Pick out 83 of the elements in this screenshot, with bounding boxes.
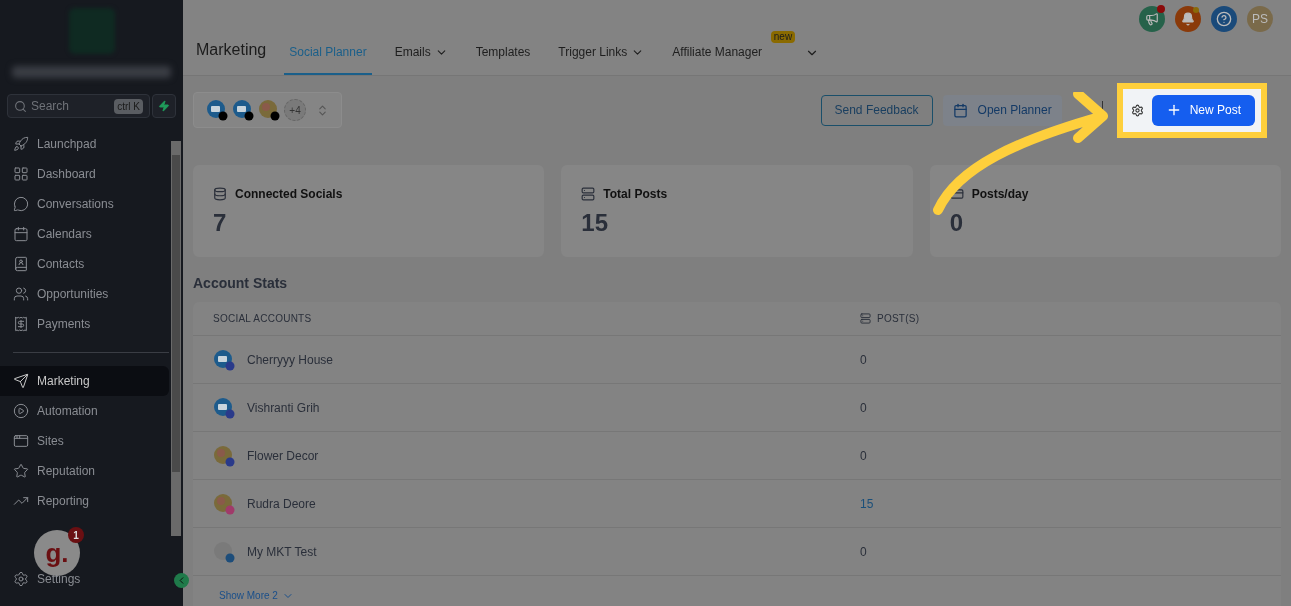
contacts-icon: [13, 256, 29, 272]
lightning-icon: [158, 100, 170, 112]
stat-value: 15: [581, 208, 610, 238]
collapse-button[interactable]: [174, 573, 189, 588]
sidebar-item[interactable]: Conversations: [0, 189, 169, 219]
nav-tab[interactable]: Trigger Links: [553, 43, 650, 75]
new-post-button[interactable]: New Post: [1151, 94, 1255, 126]
server-icon: [581, 187, 596, 201]
announcement-button[interactable]: [1139, 6, 1165, 32]
help-icon: [1216, 11, 1232, 27]
column-header: POST(S): [877, 312, 920, 326]
account-name: My MKT Test: [247, 543, 317, 561]
account-avatar-icon: [213, 492, 235, 515]
stat-value: 0: [949, 208, 964, 238]
more-accounts-count: +4: [284, 99, 306, 121]
sidebar-item[interactable]: Automation: [0, 396, 169, 426]
account-avatar-icon: [213, 348, 235, 371]
account-avatar-icon: [213, 540, 235, 563]
stat-label: Connected Socials: [235, 186, 343, 203]
stat-label: Posts/day: [971, 186, 1029, 203]
sidebar-item[interactable]: Dashboard: [0, 159, 169, 189]
shortcut-hint: ctrl K: [114, 98, 143, 114]
card-icon: [949, 187, 964, 201]
open-planner-button[interactable]: Open Planner: [942, 94, 1062, 126]
server-icon: [860, 313, 871, 324]
help-button[interactable]: [1211, 6, 1237, 32]
account-name: Cherryyy House: [247, 351, 334, 369]
settings-icon: [13, 571, 29, 587]
stat-value: 7: [213, 208, 228, 238]
account-name: Rudra Deore: [247, 495, 316, 513]
send-icon: [13, 373, 29, 389]
account-avatar-icon: [206, 99, 228, 121]
nav-tab[interactable]: Emails: [389, 43, 453, 75]
post-count: 0: [860, 447, 867, 465]
people-icon: [13, 286, 29, 302]
nav-tab[interactable]: Templates: [470, 43, 536, 75]
grid-icon: [13, 166, 29, 182]
account-name: Vishranti Grih: [247, 399, 320, 417]
post-count: 15: [860, 495, 874, 513]
sidebar-item[interactable]: Sites: [0, 426, 169, 456]
account-name: Flower Decor: [247, 447, 319, 465]
database-icon: [213, 187, 227, 201]
account-avatar-icon: [213, 396, 235, 419]
sidebar-item[interactable]: Opportunities: [0, 279, 169, 309]
section-title: Account Stats: [192, 274, 289, 293]
send-feedback-button[interactable]: Send Feedback: [820, 94, 933, 126]
sidebar-item[interactable]: Contacts: [0, 249, 169, 279]
rocket-icon: [13, 136, 29, 152]
new-badge: new: [770, 31, 796, 43]
column-header: SOCIAL ACCOUNTS: [213, 312, 313, 326]
search-field[interactable]: Search ctrl K: [7, 94, 150, 118]
megaphone-icon: [1145, 12, 1159, 26]
account-switcher[interactable]: [12, 66, 171, 78]
sidebar-item[interactable]: Calendars: [0, 219, 169, 249]
bell-icon: [1181, 12, 1195, 26]
star-icon: [13, 463, 29, 479]
calendar-icon: [952, 102, 968, 118]
expand-icon: [316, 103, 329, 117]
sidebar-item[interactable]: Reputation: [0, 456, 169, 486]
account-avatar-icon: [232, 99, 254, 121]
calendar-icon: [13, 226, 29, 242]
sidebar-item[interactable]: Launchpad: [0, 129, 169, 159]
quick-action-button[interactable]: [152, 94, 176, 118]
search-icon: [14, 99, 27, 113]
user-avatar[interactable]: PS: [1247, 6, 1273, 32]
settings-icon[interactable]: [1130, 103, 1144, 117]
account-avatar-icon: [213, 444, 235, 467]
sidebar-item[interactable]: Payments: [0, 309, 169, 339]
page-title: Marketing: [196, 40, 267, 60]
chat-icon: [13, 196, 29, 212]
account-selector[interactable]: +4: [193, 92, 342, 128]
play-icon: [13, 403, 29, 419]
post-count: 0: [860, 351, 867, 369]
window-icon: [13, 433, 29, 449]
sidebar-item[interactable]: Marketing: [0, 366, 169, 396]
receipt-icon: [13, 316, 29, 332]
post-count: 0: [860, 543, 867, 561]
post-count: 0: [860, 399, 867, 417]
notification-badge: 1: [68, 527, 84, 543]
notifications-button[interactable]: [1175, 6, 1201, 32]
account-avatar-icon: [258, 99, 280, 121]
sidebar-item[interactable]: Reporting: [0, 486, 169, 516]
stat-label: Total Posts: [603, 186, 668, 203]
